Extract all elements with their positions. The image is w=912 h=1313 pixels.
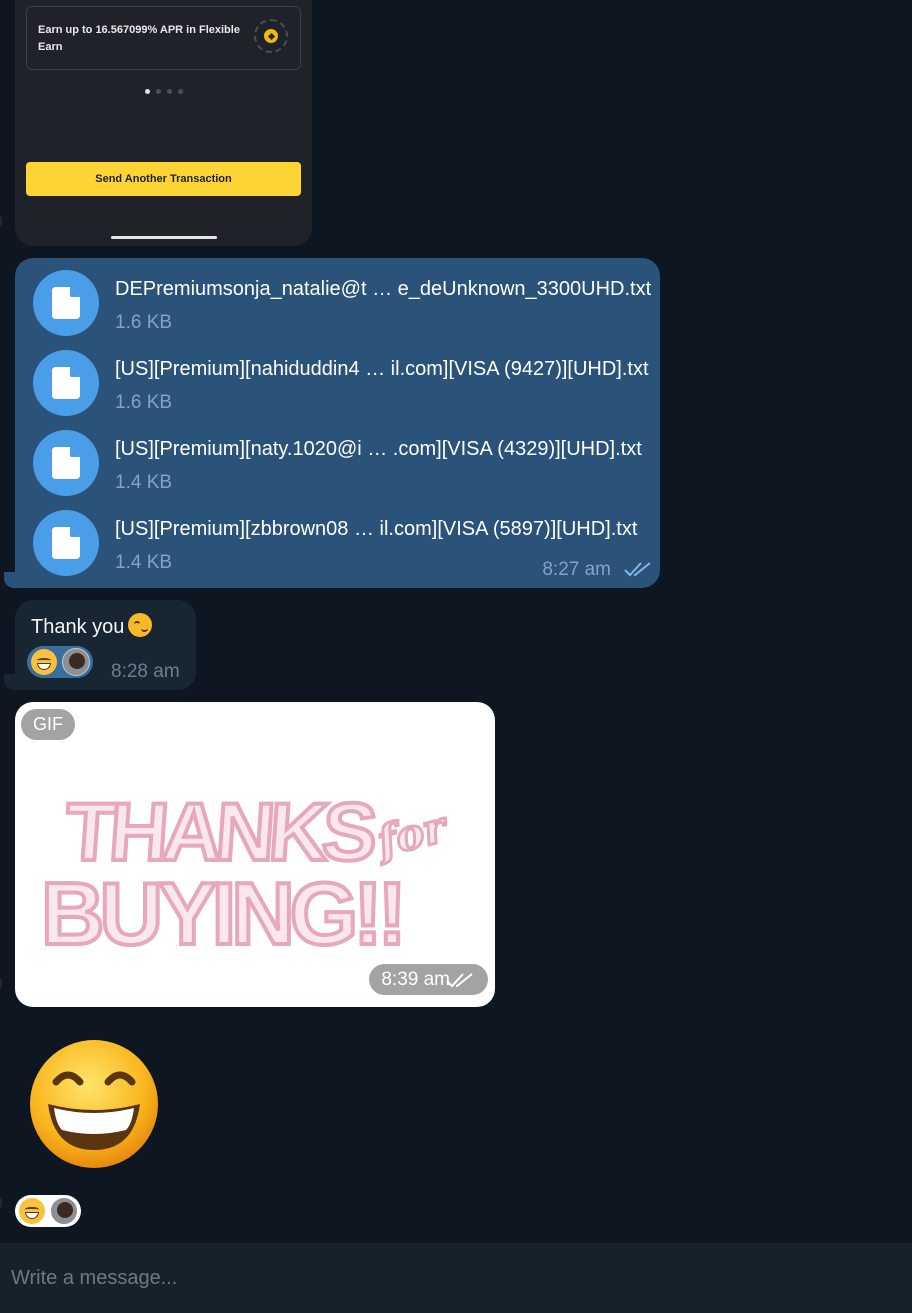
message-composer: [0, 1243, 912, 1313]
message-input[interactable]: [9, 1261, 893, 1295]
document-icon[interactable]: [33, 430, 99, 496]
file-attachment[interactable]: DEPremiumsonja_natalie@t … e_deUnknown_3…: [33, 270, 653, 350]
avatar: [50, 1197, 78, 1225]
grinning-face-icon: [31, 649, 57, 675]
file-name[interactable]: [US][Premium][naty.1020@i … .com][VISA (…: [115, 438, 642, 461]
carousel-dots: [27, 89, 300, 94]
message-time: 8:27 am: [542, 559, 611, 580]
gif-message-bubble[interactable]: GIF THANKS for BUYING!! 8:39 am: [15, 702, 495, 1007]
promo-text: Earn up to 16.567099% APR in Flexible Ea…: [38, 24, 240, 53]
file-name[interactable]: [US][Premium][nahiduddin4 … il.com][VISA…: [115, 358, 649, 381]
message-time: 8:28 am: [111, 661, 180, 682]
gif-text-for: for: [370, 802, 454, 867]
avatar-stub: [0, 976, 2, 990]
grinning-face-icon: [19, 1198, 45, 1224]
double-check-icon: [624, 562, 651, 577]
coin-icon: [254, 19, 288, 53]
gif-badge: GIF: [21, 709, 75, 740]
file-name[interactable]: DEPremiumsonja_natalie@t … e_deUnknown_3…: [115, 278, 651, 301]
file-attachment[interactable]: [US][Premium][naty.1020@i … .com][VISA (…: [33, 430, 653, 510]
thanks-for-buying-gif: THANKS for BUYING!!: [39, 785, 455, 962]
message-text-row: Thank you: [31, 613, 153, 639]
reaction-chip[interactable]: [15, 1195, 81, 1227]
avatar-stub: [0, 1196, 2, 1210]
avatar-stub: [0, 214, 2, 228]
gif-time-badge: 8:39 am: [369, 964, 488, 995]
promo-card: Earn up to 16.567099% APR in Flexible Ea…: [26, 6, 301, 94]
reaction-chip[interactable]: [27, 646, 93, 678]
document-icon[interactable]: [33, 270, 99, 336]
big-grinning-face-icon[interactable]: [28, 1038, 160, 1170]
gif-text-line2: BUYING!!: [41, 864, 402, 962]
document-icon[interactable]: [33, 510, 99, 576]
home-indicator: [111, 236, 217, 239]
file-size: 1.6 KB: [115, 392, 173, 413]
send-another-transaction-button: Send Another Transaction: [26, 162, 301, 196]
file-size: 1.6 KB: [115, 312, 173, 333]
screenshot-image-message[interactable]: Earn up to 16.567099% APR in Flexible Ea…: [15, 0, 312, 246]
file-attachment[interactable]: [US][Premium][nahiduddin4 … il.com][VISA…: [33, 350, 653, 430]
message-time: 8:39 am: [381, 969, 450, 990]
file-size: 1.4 KB: [115, 552, 173, 573]
files-message-bubble[interactable]: DEPremiumsonja_natalie@t … e_deUnknown_3…: [15, 258, 660, 588]
avatar: [62, 648, 90, 676]
thank-you-message-bubble[interactable]: Thank you 8:28 am: [15, 600, 196, 690]
file-name[interactable]: [US][Premium][zbbrown08 … il.com][VISA (…: [115, 518, 637, 541]
double-check-icon: [446, 973, 473, 988]
message-text: Thank you: [31, 616, 125, 638]
file-size: 1.4 KB: [115, 472, 173, 493]
winking-face-icon: [128, 613, 153, 637]
document-icon[interactable]: [33, 350, 99, 416]
